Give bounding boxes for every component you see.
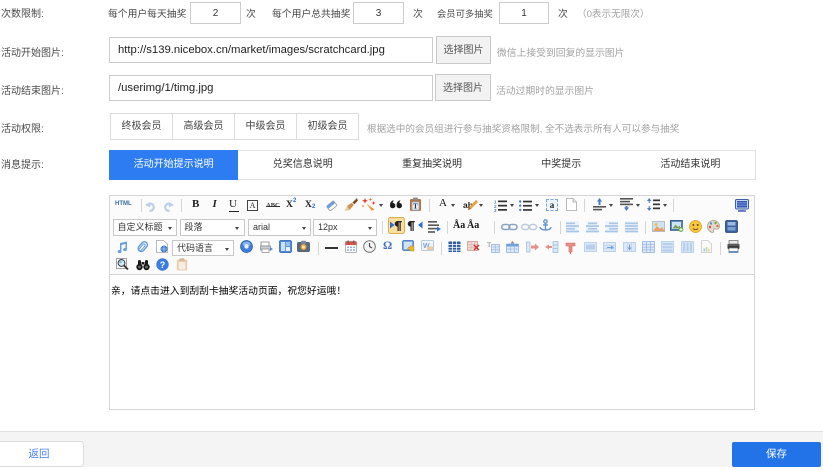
svg-text:T: T [413, 203, 418, 211]
svg-text:?: ? [160, 260, 166, 270]
